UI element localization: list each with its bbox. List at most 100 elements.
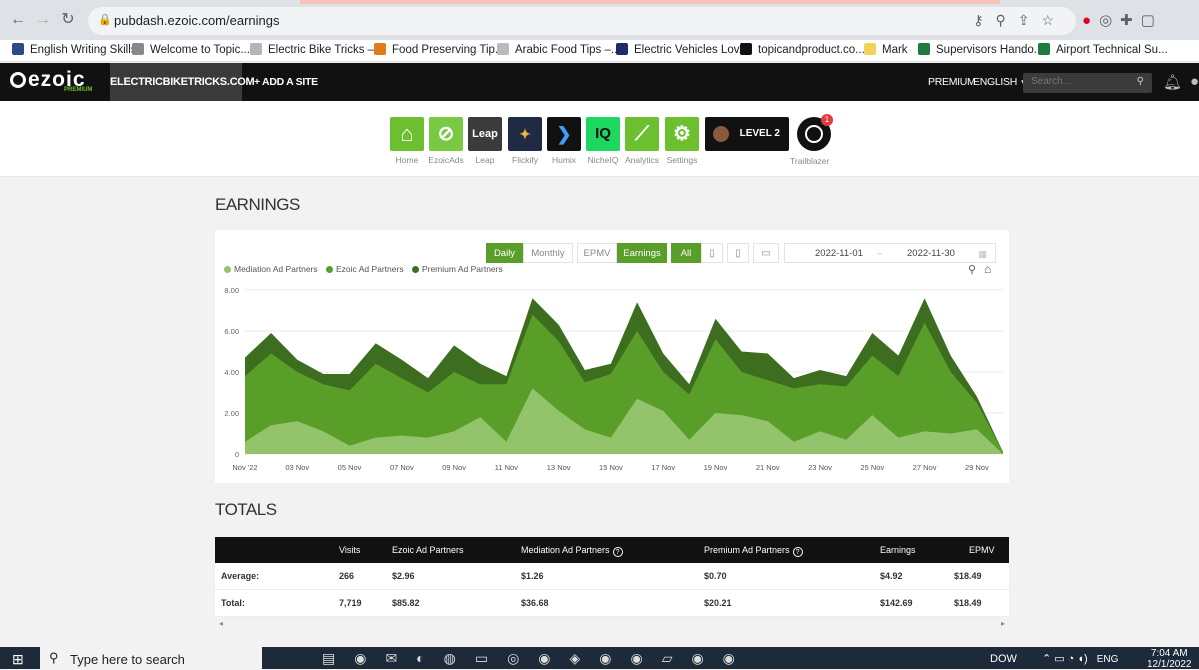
back-icon[interactable]: ← [8, 10, 28, 30]
legend-item-ezoic[interactable]: Ezoic Ad Partners [326, 264, 404, 274]
col-premium-label: Premium Ad Partners [704, 545, 790, 555]
clock-date: 12/1/2022 [1147, 659, 1192, 670]
reload-icon[interactable]: ↻ [58, 10, 78, 30]
epmv-toggle[interactable]: EPMV [577, 243, 617, 263]
help-icon[interactable]: ? [612, 547, 623, 557]
row-label: Total: [221, 598, 245, 608]
settings-icon: ⚙ [665, 117, 699, 151]
bookmark-icon [497, 43, 509, 55]
bookmark-item[interactable]: Arabic Food Tips –... [497, 43, 620, 56]
y-tick-label: 0 [235, 450, 239, 459]
x-tick-label: 13 Nov [547, 463, 571, 472]
legend-item-premium[interactable]: Premium Ad Partners [411, 264, 503, 274]
legend-label: Mediation Ad Partners [234, 264, 318, 274]
tab-strip-accent [300, 0, 1000, 4]
lock-icon: 🔒 [98, 14, 112, 26]
cell-ezoic: $2.96 [392, 571, 415, 581]
scroll-left-icon[interactable]: ◂ [219, 619, 223, 628]
table-header: Visits Ezoic Ad Partners Mediation Ad Pa… [215, 537, 1009, 563]
bell-icon[interactable]: 🔔︎ [1163, 73, 1182, 91]
header-search[interactable]: ⚲ [1023, 73, 1152, 93]
totals-title: TOTALS [215, 500, 277, 519]
x-tick-label: 15 Nov [599, 463, 623, 472]
app-header: ezoic PREMIUM ELECTRICBIKETRICKS.COM + A… [0, 63, 1199, 101]
address-bar[interactable]: 🔒 pubdash.ezoic.com/earnings ⚷⚲⇪☆ [88, 7, 1076, 35]
bookmark-item[interactable]: Welcome to Topic... [132, 43, 250, 56]
search-input[interactable] [1031, 76, 1131, 87]
taskbar-app-icons[interactable]: ▤◉✉◐◍▭◎◉◈◉◉▱◉◉ [322, 650, 754, 667]
taskbar-search-label: Type here to search [70, 652, 185, 667]
cell-premium: $20.21 [704, 598, 732, 608]
bookmark-icon [12, 43, 24, 55]
bookmark-item[interactable]: English Writing Skills [12, 43, 137, 56]
bookmark-icon [374, 43, 386, 55]
app-leap[interactable]: Leap Leap [468, 117, 502, 165]
bookmark-item[interactable]: Supervisors Hando... [918, 43, 1043, 56]
cell-epmv: $18.49 [954, 598, 982, 608]
app-settings[interactable]: ⚙ Settings [665, 117, 699, 165]
mobile-icon[interactable]: ▯ [701, 243, 723, 263]
earnings-chart-card: Daily Monthly EPMV Earnings All ▯ ▯ ▭ 20… [215, 230, 1009, 483]
legend-item-mediation[interactable]: Mediation Ad Partners [224, 264, 318, 274]
add-site-button[interactable]: + ADD A SITE [254, 76, 318, 88]
forward-icon[interactable]: → [33, 10, 53, 30]
language-indicator[interactable]: ENG [1097, 654, 1119, 665]
home-icon: ⌂ [390, 117, 424, 151]
horizontal-scrollbar[interactable]: ◂ ▸ [215, 619, 1009, 629]
premium-link[interactable]: PREMIUM [928, 76, 976, 88]
date-range-picker[interactable]: 2022-11-01 – 2022-11-30 ▦ [784, 243, 996, 263]
calendar-icon: ▦ [978, 249, 987, 259]
site-selector[interactable]: ELECTRICBIKETRICKS.COM [110, 63, 255, 101]
tablet-icon[interactable]: ▯ [727, 243, 749, 263]
level-badge[interactable]: LEVEL 2 [705, 117, 789, 151]
leap-icon: Leap [468, 117, 502, 151]
search-icon[interactable]: ⚲ [1137, 76, 1144, 87]
language-dropdown[interactable]: ENGLISH ▼ [973, 76, 1028, 88]
earnings-toggle[interactable]: Earnings [617, 243, 667, 263]
y-tick-label: 2.00 [224, 409, 239, 418]
page-title: EARNINGS [215, 195, 300, 214]
x-tick-label: 17 Nov [651, 463, 675, 472]
x-tick-label: 25 Nov [860, 463, 884, 472]
reset-zoom-home-icon[interactable]: ⌂ [984, 262, 991, 276]
monthly-toggle[interactable]: Monthly [523, 243, 573, 263]
bookmark-item[interactable]: Food Preserving Tip... [374, 43, 505, 56]
date-from: 2022-11-01 [815, 248, 863, 259]
daily-toggle[interactable]: Daily [486, 243, 523, 263]
trailblazer-label: Trailblazer [790, 156, 830, 166]
extensions-icons[interactable]: ●◎✚▢ [1082, 11, 1163, 29]
bookmark-label: Electric Vehicles Lov... [634, 44, 749, 56]
bookmark-label: Mark [882, 44, 908, 56]
bookmark-label: Food Preserving Tip... [392, 44, 505, 56]
bookmark-item[interactable]: Electric Bike Tricks –... [250, 43, 384, 56]
windows-taskbar: ⊞ ⚲ Type here to search ▤◉✉◐◍▭◎◉◈◉◉▱◉◉ D… [0, 647, 1199, 670]
system-clock[interactable]: 7:04 AM 12/1/2022 [1147, 648, 1192, 670]
bookmark-label: Supervisors Hando... [936, 44, 1044, 56]
col-premium: Premium Ad Partners? [704, 537, 803, 563]
bookmark-item[interactable]: Mark [864, 43, 908, 56]
taskbar-search[interactable]: ⚲ Type here to search [40, 647, 262, 669]
col-mediation-label: Mediation Ad Partners [521, 545, 610, 555]
legend-swatch [411, 265, 419, 273]
address-bar-actions[interactable]: ⚷⚲⇪☆ [973, 12, 1066, 29]
windows-start-icon[interactable]: ⊞ [12, 651, 24, 668]
ads-icon: ⊘ [429, 117, 463, 151]
scroll-right-icon[interactable]: ▸ [1001, 619, 1005, 628]
zoom-icon[interactable]: ⚲ [968, 263, 976, 276]
desktop-icon[interactable]: ▭ [753, 243, 779, 263]
logo-icon [10, 72, 26, 88]
tray-icons[interactable]: ⌃ ▭ ◔ ◖) [1042, 653, 1088, 665]
x-tick-label: 29 Nov [965, 463, 989, 472]
bookmark-item[interactable]: Airport Technical Su... [1038, 43, 1168, 56]
app-analytics[interactable]: ⟋ Analytics [625, 117, 659, 165]
x-tick-label: 27 Nov [913, 463, 937, 472]
help-icon[interactable]: ? [792, 547, 803, 557]
device-all-toggle[interactable]: All [671, 243, 701, 263]
humix-icon: ❯ [547, 117, 581, 151]
system-tray: DOW ⌃ ▭ ◔ ◖) ENG [990, 652, 1118, 665]
user-icon[interactable]: ● [1190, 73, 1199, 90]
date-to: 2022-11-30 [907, 248, 955, 259]
bookmark-item[interactable]: topicandproduct.co... [740, 43, 865, 56]
stock-ticker[interactable]: DOW [990, 653, 1017, 665]
bookmark-item[interactable]: Electric Vehicles Lov... [616, 43, 748, 56]
